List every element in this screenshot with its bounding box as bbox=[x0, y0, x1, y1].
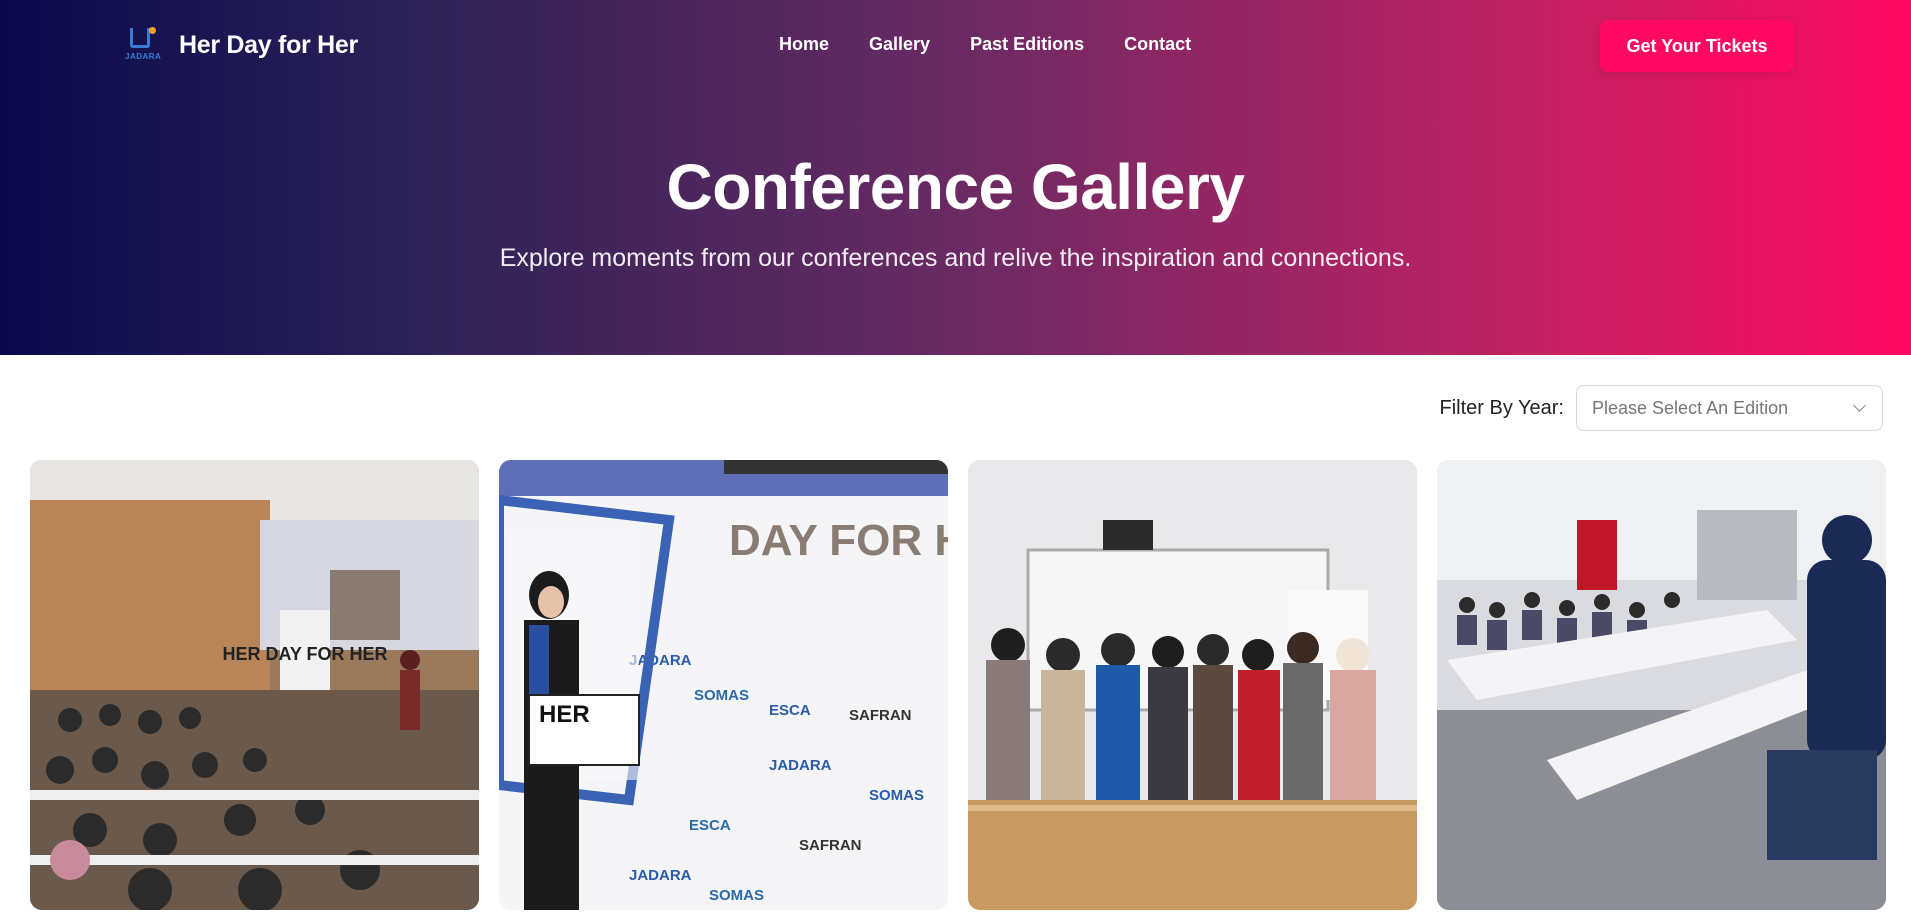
sponsor-text: SOMAS bbox=[694, 687, 749, 704]
sponsor-text: SAFRAN bbox=[799, 837, 862, 854]
edition-select[interactable]: Please Select An Edition bbox=[1576, 385, 1883, 431]
auditorium-image: HER DAY FOR HER bbox=[30, 460, 479, 910]
photo-booth-image: DAY FOR HER JADARA SOMAS ESCA SAFRAN JAD… bbox=[499, 460, 948, 910]
jadara-logo-icon: JADARA bbox=[125, 26, 163, 64]
sponsor-text: SOMAS bbox=[869, 787, 924, 804]
gallery-photo-auditorium[interactable]: HER DAY FOR HER bbox=[30, 460, 479, 910]
filter-label: Filter By Year: bbox=[1439, 396, 1564, 419]
gallery-photo-group[interactable] bbox=[968, 460, 1417, 910]
sponsor-text: ESCA bbox=[769, 702, 811, 719]
sponsor-text: JADARA bbox=[629, 867, 692, 884]
booth-frame-text: HER bbox=[539, 701, 590, 728]
top-nav: JADARA Her Day for Her Home Gallery Past… bbox=[0, 0, 1911, 90]
workshop-image bbox=[1437, 460, 1886, 910]
sponsor-text: JADARA bbox=[769, 757, 832, 774]
gallery-photo-workshop[interactable] bbox=[1437, 460, 1886, 910]
nav-item-contact[interactable]: Contact bbox=[1124, 34, 1191, 55]
booth-banner-text: DAY FOR HER bbox=[729, 516, 948, 565]
nav-item-gallery[interactable]: Gallery bbox=[869, 34, 930, 55]
page-subtitle: Explore moments from our conferences and… bbox=[499, 244, 1412, 272]
year-filter: Filter By Year: Please Select An Edition bbox=[1439, 385, 1883, 431]
hero-banner: JADARA Her Day for Her Home Gallery Past… bbox=[0, 0, 1911, 355]
chevron-down-icon bbox=[1853, 399, 1866, 412]
sponsor-text: ESCA bbox=[689, 817, 731, 834]
brand[interactable]: JADARA Her Day for Her bbox=[125, 26, 358, 64]
brand-name: Her Day for Her bbox=[179, 30, 358, 59]
photo-gallery: HER DAY FOR HER DAY FOR HER JADARA SOM bbox=[30, 460, 1886, 910]
nav-item-home[interactable]: Home bbox=[779, 34, 829, 55]
group-image bbox=[968, 460, 1417, 910]
auditorium-screen-text: HER DAY FOR HER bbox=[222, 644, 387, 664]
get-tickets-button[interactable]: Get Your Tickets bbox=[1600, 20, 1794, 72]
nav-item-past-editions[interactable]: Past Editions bbox=[970, 34, 1084, 55]
sponsor-text: SOMAS bbox=[709, 887, 764, 904]
edition-select-placeholder: Please Select An Edition bbox=[1592, 397, 1789, 418]
page-title: Conference Gallery bbox=[666, 151, 1245, 223]
sponsor-text: SAFRAN bbox=[849, 707, 912, 724]
gallery-photo-booth[interactable]: DAY FOR HER JADARA SOMAS ESCA SAFRAN JAD… bbox=[499, 460, 948, 910]
main-menu: Home Gallery Past Editions Contact bbox=[779, 34, 1231, 55]
